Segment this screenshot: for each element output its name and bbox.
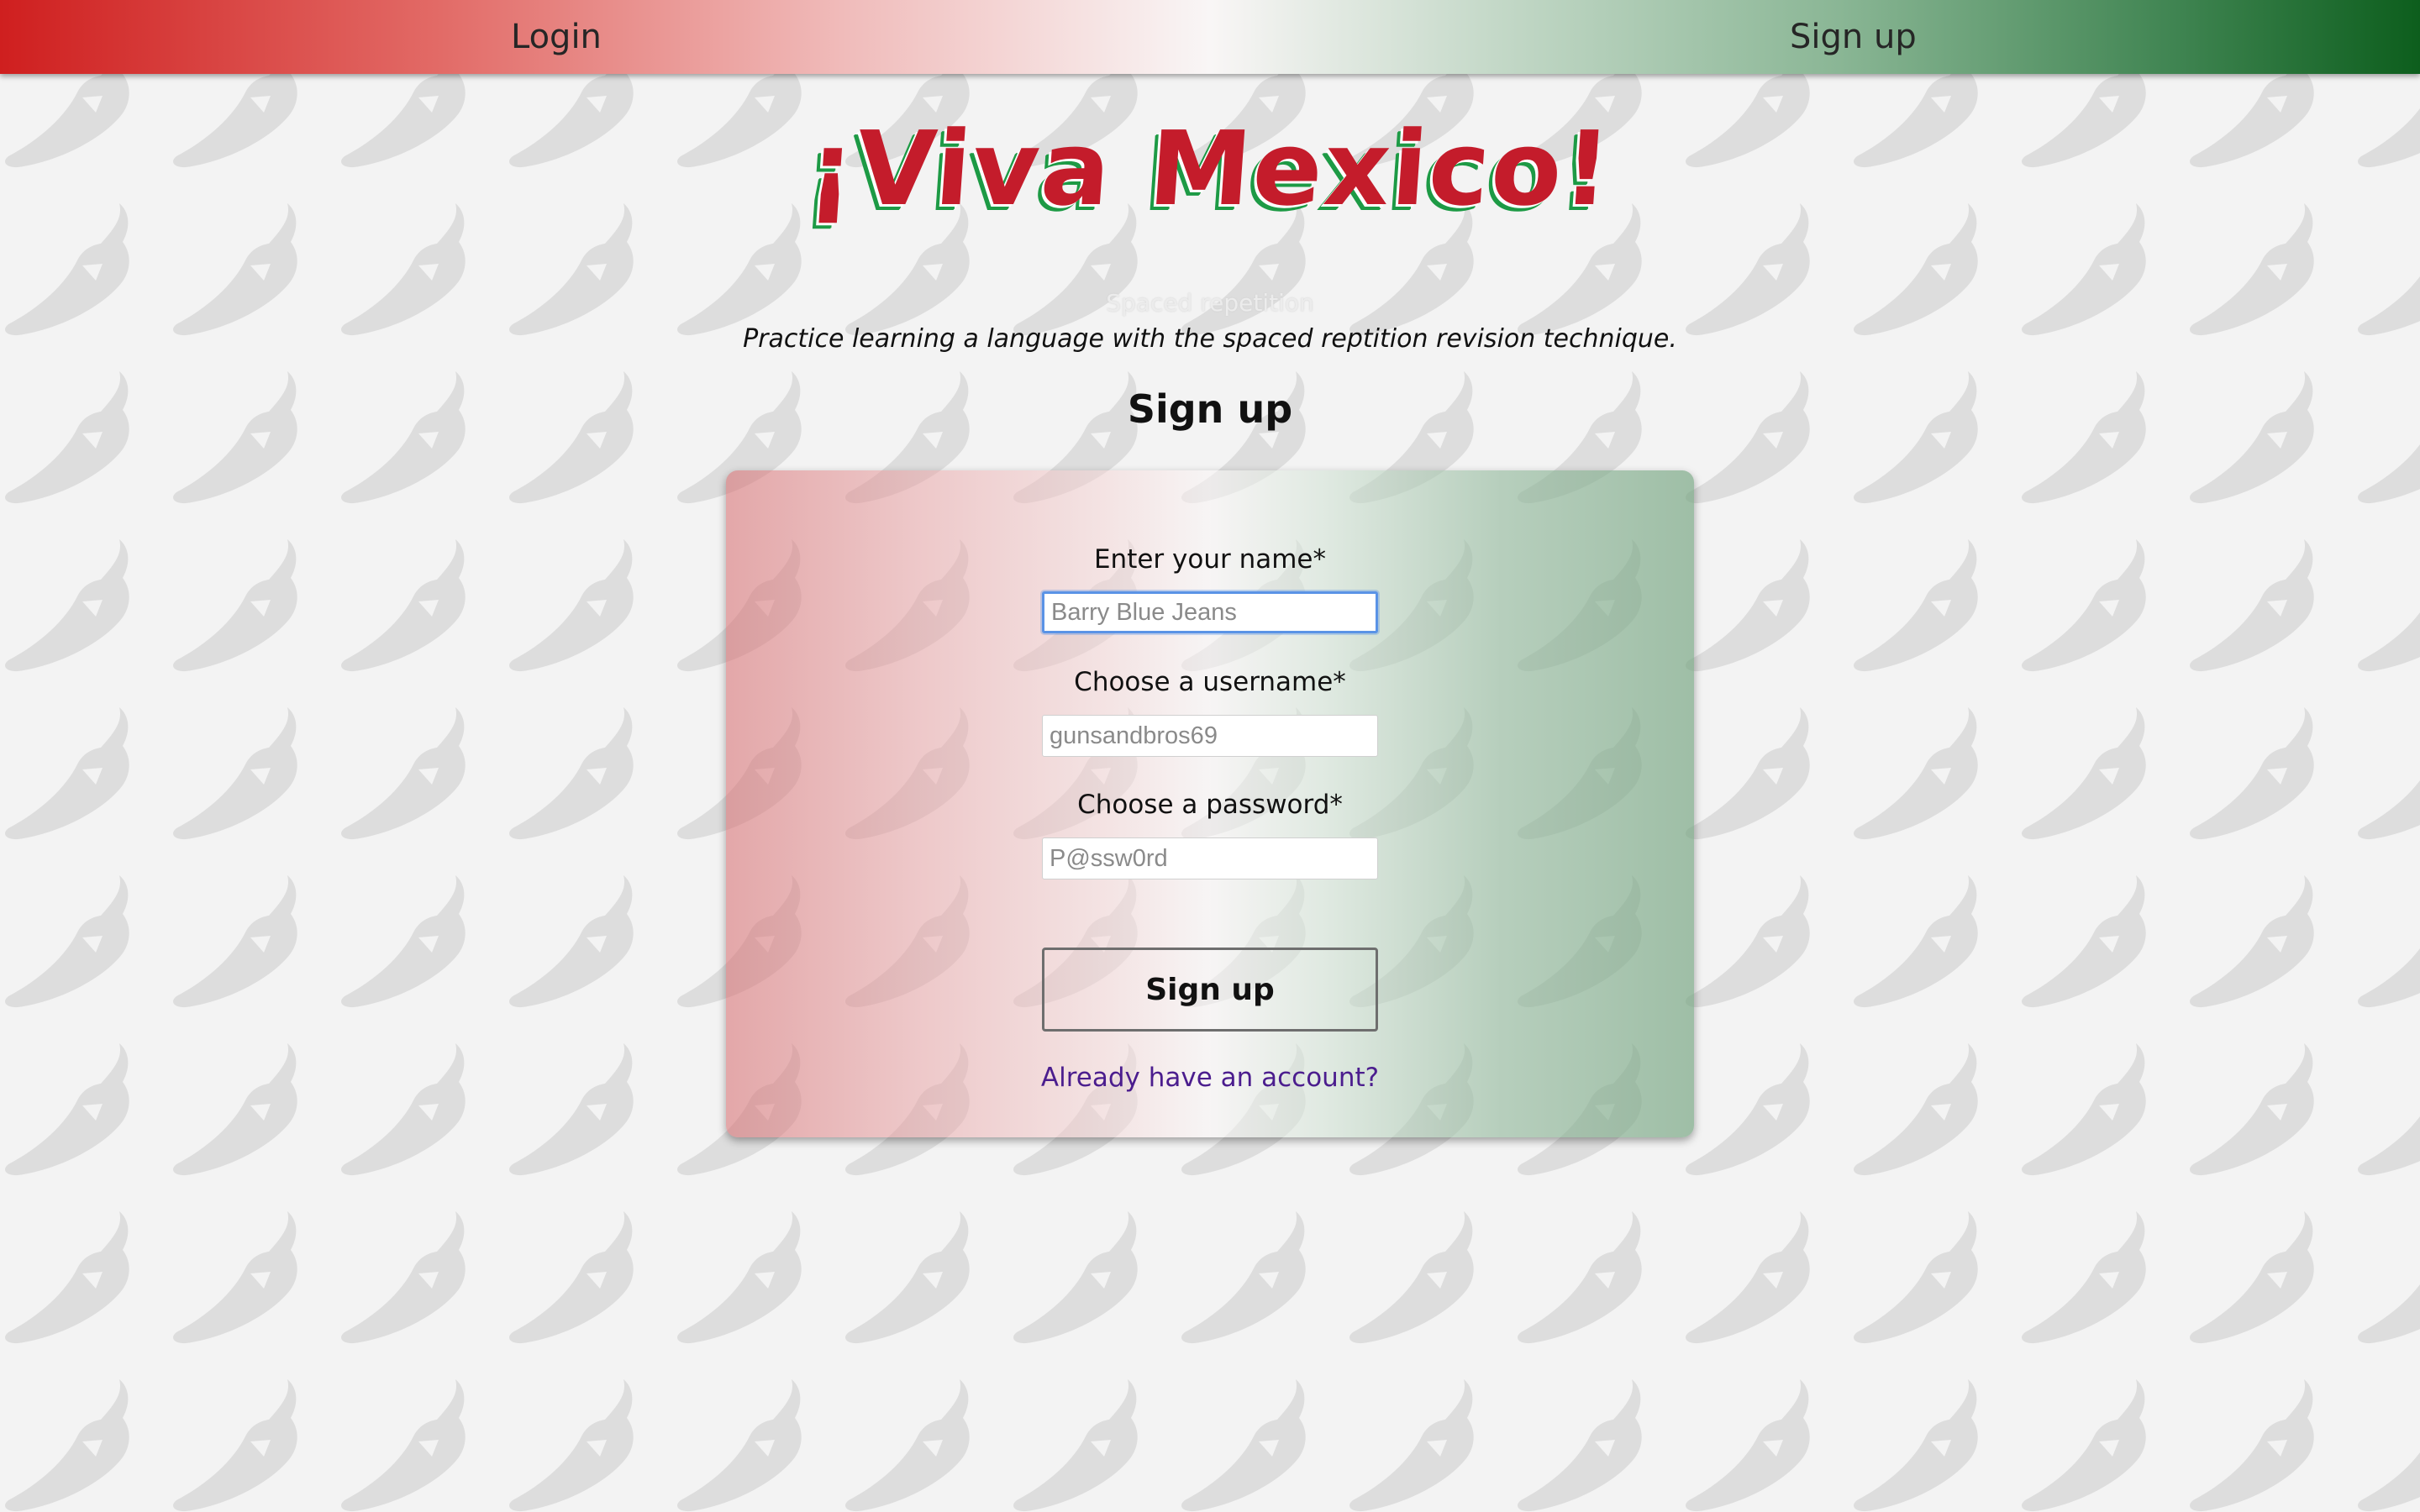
subtitle: Spaced repetition (1106, 289, 1314, 317)
signup-card: Enter your name* Choose a username* Choo… (726, 470, 1694, 1137)
nav-signup-link[interactable]: Sign up (1790, 0, 1917, 74)
signup-form: Enter your name* Choose a username* Choo… (726, 470, 1694, 1137)
tagline: Practice learning a language with the sp… (743, 324, 1677, 354)
top-navbar: Login Sign up (0, 0, 2420, 74)
password-label: Choose a password* (1077, 790, 1343, 820)
signup-button[interactable]: Sign up (1042, 948, 1378, 1032)
logo-title: ¡Viva Mexico! (803, 109, 1617, 228)
nav-login-link[interactable]: Login (511, 0, 602, 74)
username-label: Choose a username* (1074, 667, 1346, 697)
username-input[interactable] (1042, 715, 1378, 757)
password-input[interactable] (1042, 837, 1378, 879)
already-have-account-link[interactable]: Already have an account? (726, 1063, 1694, 1093)
name-label: Enter your name* (1093, 544, 1327, 575)
name-input[interactable] (1042, 591, 1378, 633)
page-title: Sign up (1127, 386, 1293, 432)
